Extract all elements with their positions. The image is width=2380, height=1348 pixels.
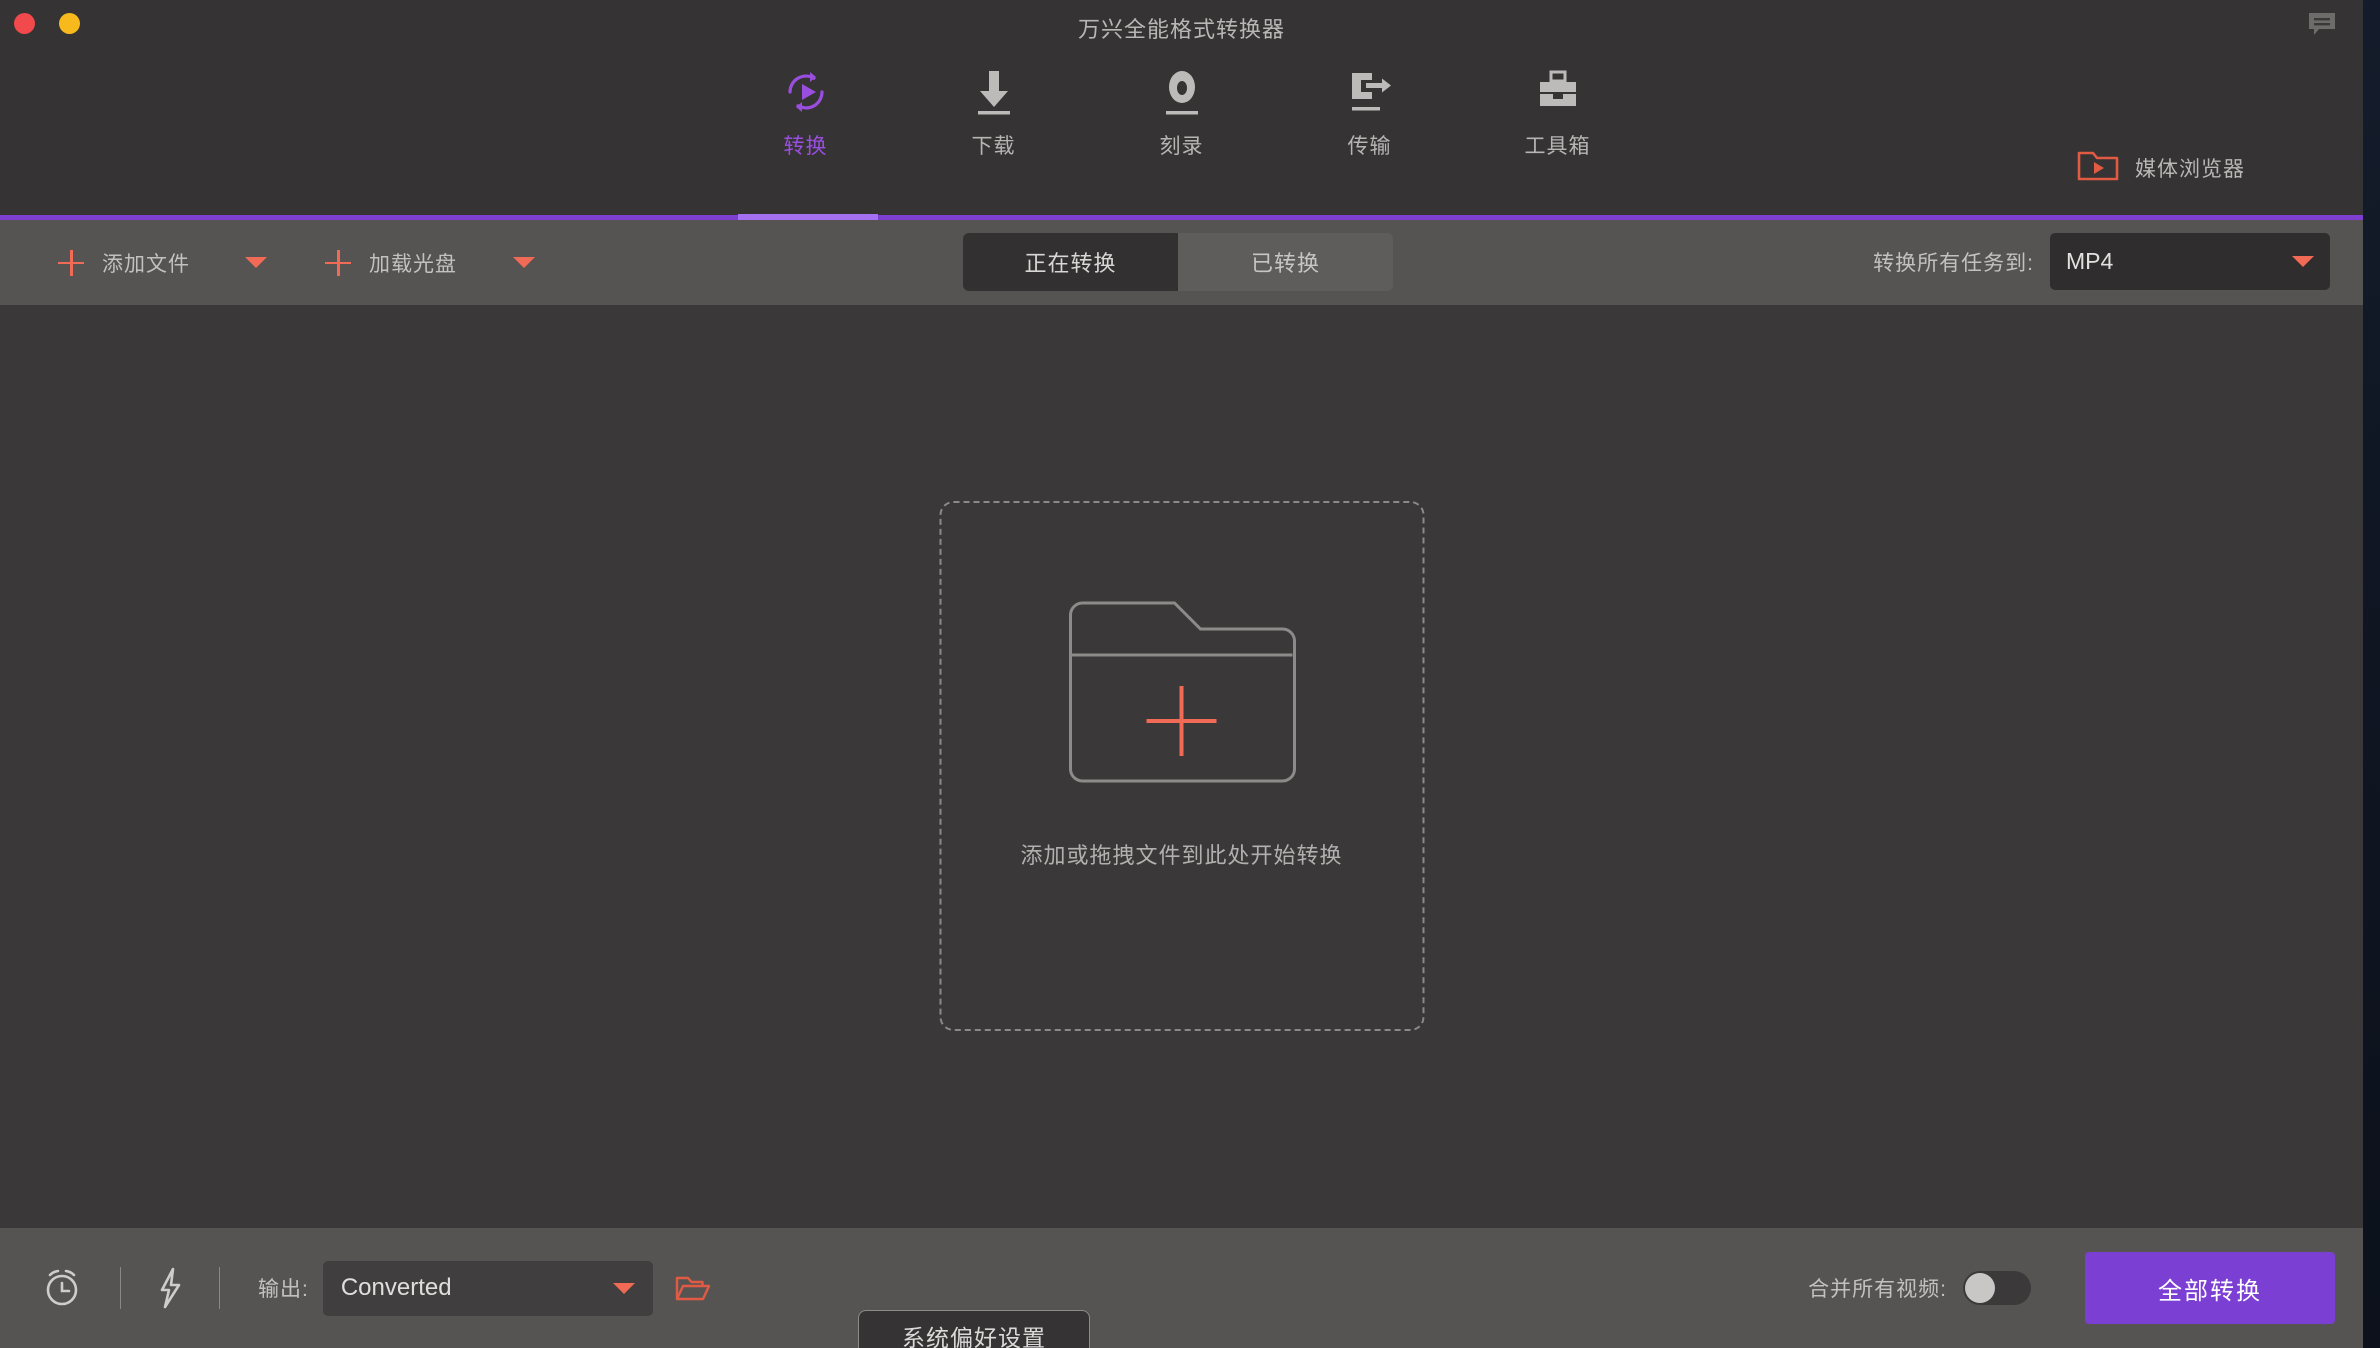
media-browser-button[interactable]: 媒体浏览器 [2077, 148, 2245, 187]
tab-converted[interactable]: 已转换 [1178, 233, 1393, 291]
main-navigation: 转换 下载 刻录 传输 工具箱 [712, 62, 1652, 160]
conversion-status-tabs: 正在转换 已转换 [963, 233, 1393, 291]
open-folder-icon[interactable] [675, 1273, 711, 1303]
nav-tab-transfer[interactable]: 传输 [1276, 62, 1464, 160]
plus-icon [325, 249, 351, 276]
load-disc-button[interactable]: 加载光盘 [325, 220, 457, 305]
folder-play-icon [2077, 148, 2119, 187]
add-files-label: 添加文件 [102, 252, 190, 276]
nav-tab-toolbox[interactable]: 工具箱 [1464, 62, 1652, 160]
divider [219, 1267, 220, 1309]
add-files-button[interactable]: 添加文件 [58, 220, 190, 305]
chevron-down-icon [2292, 256, 2314, 267]
chevron-down-icon [612, 1282, 635, 1294]
nav-tab-label: 下载 [971, 135, 1016, 158]
load-disc-label: 加载光盘 [369, 252, 457, 276]
divider [120, 1267, 121, 1309]
lightning-bolt-icon[interactable] [157, 1266, 183, 1310]
toolbox-icon [1534, 62, 1582, 122]
convert-all-to-label: 转换所有任务到: [1873, 251, 2034, 275]
media-browser-label: 媒体浏览器 [2135, 157, 2245, 181]
title-bar: 万兴全能格式转换器 转换 下载 刻录 传输 工具箱 媒体浏览器 [0, 0, 2363, 220]
file-dropzone[interactable]: 添加或拖拽文件到此处开始转换 [939, 501, 1424, 1031]
nav-tab-label: 转换 [783, 135, 828, 158]
speech-bubble-icon[interactable] [2307, 11, 2337, 37]
output-path-select[interactable]: Converted [322, 1260, 653, 1316]
application-window: 万兴全能格式转换器 转换 下载 刻录 传输 工具箱 媒体浏览器 添加文件 加载光… [0, 0, 2363, 1348]
transfer-icon [1346, 62, 1394, 122]
merge-videos-group: 合并所有视频: [1808, 1271, 2031, 1305]
output-path-value: Converted [340, 1274, 452, 1301]
system-preferences-popup[interactable]: 系统偏好设置 [858, 1310, 1090, 1348]
folder-add-icon [1067, 599, 1297, 794]
nav-tab-label: 传输 [1347, 135, 1392, 158]
nav-tab-download[interactable]: 下载 [900, 62, 1088, 160]
add-files-dropdown[interactable] [245, 220, 267, 305]
load-disc-dropdown[interactable] [513, 220, 535, 305]
toggle-knob [1965, 1273, 1995, 1303]
tab-converting[interactable]: 正在转换 [963, 233, 1178, 291]
output-path-label: 输出: [258, 1278, 309, 1301]
nav-tab-burn[interactable]: 刻录 [1088, 62, 1276, 160]
convert-icon [780, 62, 832, 122]
chevron-down-icon [513, 257, 535, 268]
dropzone-label: 添加或拖拽文件到此处开始转换 [1020, 843, 1343, 868]
convert-all-button[interactable]: 全部转换 [2085, 1252, 2335, 1324]
bottom-toolbar: 输出: Converted 合并所有视频: 全部转换 系统偏好设置 [0, 1228, 2363, 1348]
merge-videos-label: 合并所有视频: [1808, 1278, 1947, 1301]
plus-icon [58, 249, 84, 276]
nav-tab-label: 刻录 [1159, 135, 1204, 158]
output-format-select[interactable]: MP4 [2050, 233, 2330, 290]
alarm-clock-icon[interactable] [40, 1266, 84, 1310]
merge-videos-toggle[interactable] [1963, 1271, 2031, 1305]
chevron-down-icon [245, 257, 267, 268]
output-format-value: MP4 [2066, 248, 2114, 274]
download-icon [971, 62, 1017, 122]
nav-tab-convert[interactable]: 转换 [712, 62, 900, 160]
main-content-area: 添加或拖拽文件到此处开始转换 [0, 305, 2363, 1228]
convert-all-format-group: 转换所有任务到: MP4 [1873, 233, 2330, 290]
nav-tab-label: 工具箱 [1524, 135, 1591, 158]
window-title: 万兴全能格式转换器 [1077, 17, 1285, 42]
burn-disc-icon [1159, 62, 1205, 122]
